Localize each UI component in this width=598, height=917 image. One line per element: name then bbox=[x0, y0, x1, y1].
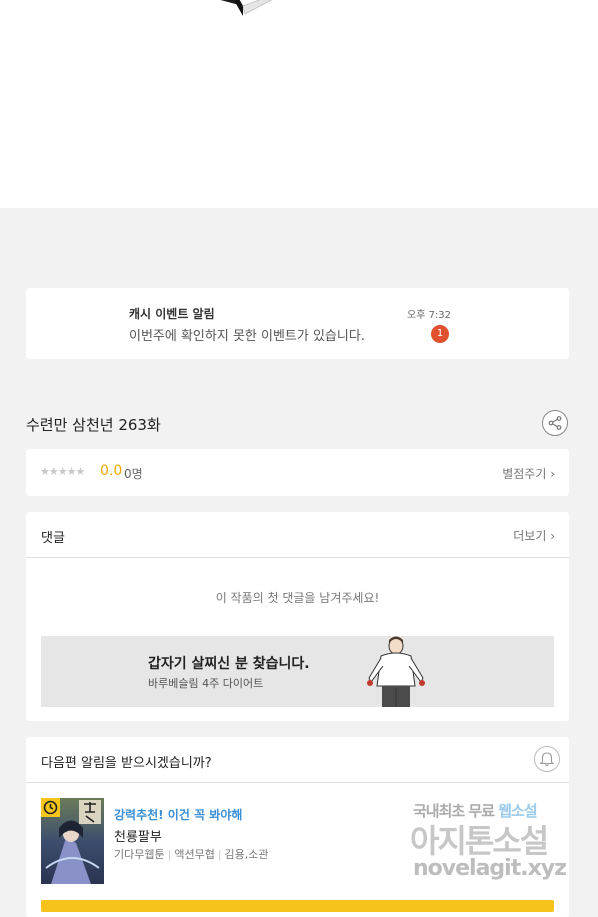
subscribe-bell-button[interactable] bbox=[534, 746, 560, 772]
comments-header: 댓글 더보기 › bbox=[26, 512, 569, 558]
wait-free-badge bbox=[41, 798, 60, 817]
recommended-genre: 액션무협 bbox=[174, 848, 215, 861]
star-rating-icons: ★★★★★ bbox=[40, 465, 85, 478]
illustration-fragment bbox=[220, 0, 273, 16]
comments-section: 댓글 더보기 › 이 작품의 첫 댓글을 남겨주세요! 갑자기 살찌신 분 찾습… bbox=[26, 512, 569, 721]
notification-title: 캐시 이벤트 알림 bbox=[129, 307, 215, 321]
ad-character-illustration bbox=[367, 636, 425, 707]
cash-event-notification[interactable]: 캐시 이벤트 알림 이번주에 확인하지 못한 이벤트가 있습니다. 오후 7:3… bbox=[26, 288, 569, 359]
share-button[interactable] bbox=[542, 410, 568, 436]
ad-banner-title: 갑자기 살찌신 분 찾습니다. bbox=[148, 656, 310, 672]
recommended-title[interactable]: 천룡팔부 bbox=[114, 826, 162, 845]
next-episode-title: 다음편 알림을 받으시겠습니까? bbox=[41, 756, 212, 771]
share-icon bbox=[548, 416, 562, 430]
cta-button[interactable] bbox=[41, 900, 554, 912]
episode-title: 수련만 삼천년 263화 bbox=[26, 416, 161, 434]
rating-card: ★★★★★ 0.0 0명 별점주기 › bbox=[26, 449, 569, 496]
ad-banner[interactable]: 갑자기 살찌신 분 찾습니다. 바루베슬림 4주 다이어트 bbox=[41, 636, 554, 707]
recommended-authors: 김용,소관 bbox=[224, 848, 269, 861]
ad-banner-subtitle: 바루베슬림 4주 다이어트 bbox=[148, 677, 264, 690]
watermark-line3: novelagit.xyz bbox=[413, 856, 567, 881]
notification-message: 이번주에 확인하지 못한 이벤트가 있습니다. bbox=[129, 329, 365, 344]
rating-count: 0명 bbox=[124, 467, 143, 481]
comments-empty-message: 이 작품의 첫 댓글을 남겨주세요! bbox=[215, 591, 380, 605]
recommended-category: 기다무웹툰 bbox=[114, 848, 165, 861]
clock-icon bbox=[43, 800, 58, 815]
recommended-meta: 기다무웹툰 | 액션무협 | 김용,소관 bbox=[114, 848, 269, 861]
comments-title: 댓글 bbox=[41, 531, 65, 546]
rate-button[interactable]: 별점주기 › bbox=[502, 465, 555, 482]
recommendation-label: 강력추천! 이건 꼭 봐야해 bbox=[114, 808, 243, 822]
rating-score: 0.0 bbox=[100, 463, 123, 479]
episode-content-bottom bbox=[0, 0, 598, 208]
bell-icon bbox=[539, 752, 555, 767]
notification-time: 오후 7:32 bbox=[407, 310, 452, 321]
site-watermark: 국내최초 무료 웹소설 아지톤소설 novelagit.xyz bbox=[410, 800, 580, 886]
next-episode-header: 다음편 알림을 받으시겠습니까? bbox=[26, 737, 569, 783]
notification-badge: 1 bbox=[431, 325, 449, 343]
recommended-thumbnail[interactable] bbox=[41, 798, 104, 884]
comments-more-link[interactable]: 더보기 › bbox=[513, 527, 555, 544]
